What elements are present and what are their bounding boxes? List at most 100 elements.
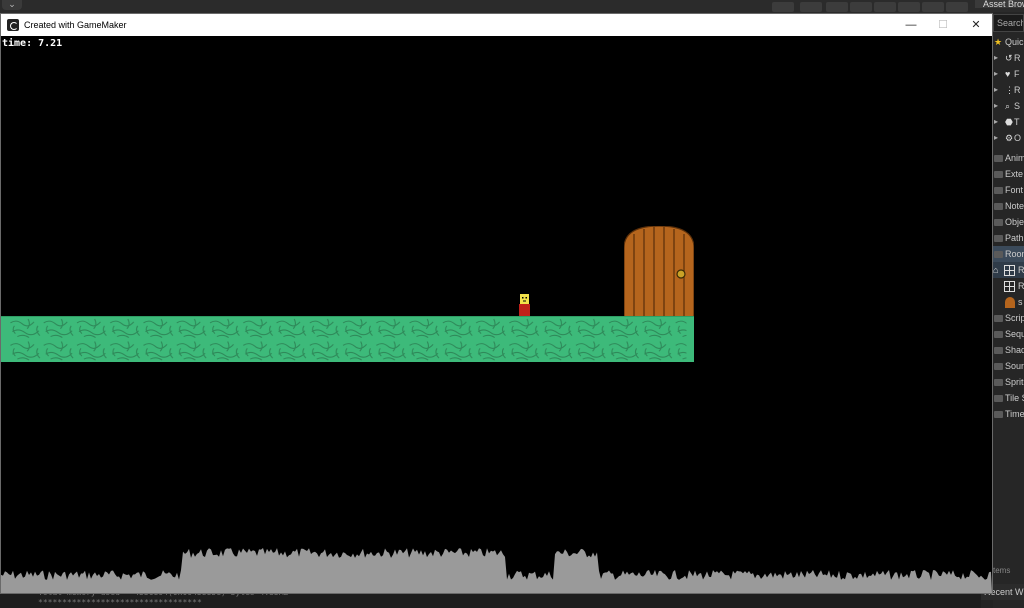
asset-browser-tab[interactable]: Asset Brow — [975, 0, 1024, 8]
quick-access-item[interactable]: ▸ ♥ F — [993, 66, 1024, 82]
room-asset-item[interactable]: ⌂ R — [993, 262, 1024, 278]
folder-icon — [994, 203, 1003, 210]
asset-folder[interactable]: Exte — [993, 166, 1024, 182]
asset-folder-label: Path — [1005, 233, 1024, 243]
folder-icon — [994, 187, 1003, 194]
quick-access-label: S — [1014, 101, 1021, 111]
folder-icon — [994, 219, 1003, 226]
folder-icon — [994, 395, 1003, 402]
quick-access-label: Quick — [1005, 37, 1024, 47]
room-asset-item[interactable]: s — [993, 294, 1024, 310]
asset-folder-label: Font — [1005, 185, 1024, 195]
room-asset-label: R — [1018, 281, 1024, 291]
quick-access-item[interactable]: ▸ ⋮ R — [993, 82, 1024, 98]
quick-access-item[interactable]: ★Quick — [993, 34, 1024, 50]
asset-folder[interactable]: Sequ — [993, 326, 1024, 342]
expand-arrow-icon[interactable]: ▸ — [994, 114, 998, 130]
wooden-door[interactable] — [624, 226, 694, 316]
game-window[interactable]: Created with GameMaker — ☐ ✕ time: 7.21 — [0, 13, 993, 594]
quick-access-label: R — [1014, 53, 1021, 63]
room-icon — [1004, 265, 1015, 276]
asset-folder[interactable]: Note — [993, 198, 1024, 214]
player-character — [519, 294, 530, 316]
recent-icon: ↺ — [1005, 53, 1013, 63]
asset-folder[interactable]: Shad — [993, 342, 1024, 358]
asset-folder-label: Sequ — [1005, 329, 1024, 339]
room-asset-item[interactable]: R — [993, 278, 1024, 294]
asset-folder-label: Room — [1005, 249, 1024, 259]
window-title: Created with GameMaker — [24, 20, 127, 30]
quick-access-item[interactable]: ▸ ↺ R — [993, 50, 1024, 66]
room-icon — [1004, 281, 1015, 292]
output-line: ********************************** — [38, 598, 202, 607]
performance-graph — [1, 548, 992, 593]
expand-arrow-icon[interactable]: ▸ — [994, 82, 998, 98]
tag-icon: ⬣ — [1005, 117, 1013, 127]
asset-folder-label: Tile S — [1005, 393, 1024, 403]
close-button[interactable]: ✕ — [959, 14, 992, 36]
asset-folder[interactable]: Soun — [993, 358, 1024, 374]
asset-search-input[interactable]: Search — [993, 14, 1024, 32]
quick-access-label: O — [1014, 133, 1022, 143]
asset-folder[interactable]: Path — [993, 230, 1024, 246]
expand-arrow-icon[interactable]: ▸ — [994, 98, 998, 114]
asset-folder[interactable]: Tile S — [993, 390, 1024, 406]
asset-folder[interactable]: Font — [993, 182, 1024, 198]
asset-folder-label: Sprit — [1005, 377, 1024, 387]
room-asset-label: R — [1018, 265, 1024, 275]
asset-folder-label: Obje — [1005, 217, 1024, 227]
asset-folder-label: Soun — [1005, 361, 1024, 371]
toolbar-button[interactable] — [850, 2, 872, 12]
folder-icon — [994, 379, 1003, 386]
folder-icon — [994, 155, 1003, 162]
folder-icon — [994, 363, 1003, 370]
quick-access-item[interactable]: ▸ ⬣ T — [993, 114, 1024, 130]
grass-platform — [1, 316, 694, 362]
expand-arrow-icon[interactable]: ▸ — [994, 130, 998, 146]
maximize-button[interactable]: ☐ — [926, 14, 960, 36]
asset-folder[interactable]: Scrip — [993, 310, 1024, 326]
toolbar-button[interactable] — [922, 2, 944, 12]
quick-access-label: F — [1014, 69, 1020, 79]
chevron-down-icon[interactable]: ⌄ — [2, 0, 22, 10]
quick-access-label: R — [1014, 85, 1021, 95]
toolbar-button[interactable] — [826, 2, 848, 12]
folder-icon — [994, 235, 1003, 242]
home-room-icon: ⌂ — [993, 265, 999, 275]
gear-icon: ⚙ — [1005, 133, 1014, 143]
room-asset-label: s — [1018, 297, 1023, 307]
toolbar-button[interactable] — [772, 2, 794, 12]
toolbar-button[interactable] — [898, 2, 920, 12]
folder-icon — [994, 347, 1003, 354]
asset-folder[interactable]: Room — [993, 246, 1024, 262]
asset-folder-label: Exte — [1005, 169, 1024, 179]
asset-folder-label: Scrip — [1005, 313, 1024, 323]
star-icon: ★ — [994, 37, 1003, 47]
asset-folder[interactable]: Anim — [993, 150, 1024, 166]
search-icon: ⌕ — [1005, 101, 1011, 111]
folder-icon — [994, 411, 1003, 418]
quick-access-item[interactable]: ▸ ⌕ S — [993, 98, 1024, 114]
quick-access-item[interactable]: ▸ ⚙ O — [993, 130, 1024, 146]
toolbar-button[interactable] — [874, 2, 896, 12]
expand-arrow-icon[interactable]: ▸ — [994, 66, 998, 82]
ide-toolbar: ⌄ — [0, 0, 1024, 14]
asset-folder-label: Note — [1005, 201, 1024, 211]
asset-folder-label: Shad — [1005, 345, 1024, 355]
minimize-button[interactable]: — — [894, 14, 928, 36]
toolbar-button[interactable] — [800, 2, 822, 12]
game-canvas[interactable]: time: 7.21 — [1, 36, 992, 593]
expand-arrow-icon[interactable]: ▸ — [994, 50, 998, 66]
quick-access-label: T — [1014, 117, 1020, 127]
door-sprite-icon — [1005, 297, 1015, 308]
folder-icon — [994, 171, 1003, 178]
asset-folder[interactable]: Obje — [993, 214, 1024, 230]
asset-folder-label: Time — [1005, 409, 1024, 419]
window-titlebar[interactable]: Created with GameMaker — ☐ ✕ — [1, 14, 992, 36]
folder-icon — [994, 251, 1003, 258]
asset-folder[interactable]: Time — [993, 406, 1024, 422]
gamemaker-logo-icon — [7, 19, 19, 31]
toolbar-button[interactable] — [946, 2, 968, 12]
asset-folder[interactable]: Sprit — [993, 374, 1024, 390]
items-count-label: tems — [993, 566, 1011, 575]
